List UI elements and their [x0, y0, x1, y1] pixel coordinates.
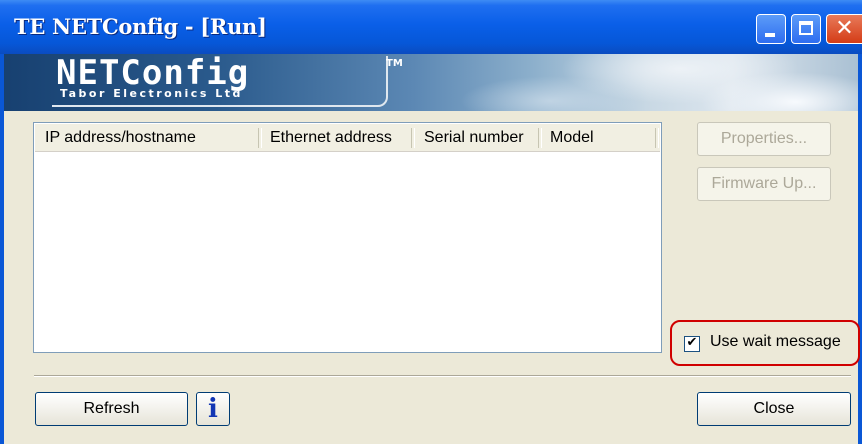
trademark-mark: TM	[386, 58, 403, 69]
device-list[interactable]: IP address/hostname Ethernet address Ser…	[33, 122, 662, 353]
device-list-body[interactable]	[35, 152, 660, 351]
column-header-serial[interactable]: Serial number	[414, 124, 540, 151]
maximize-button[interactable]	[791, 14, 821, 44]
use-wait-message-checkbox[interactable]: ✔	[684, 335, 700, 352]
firmware-button-label: Firmware Up...	[711, 175, 817, 192]
checkmark-icon: ✔	[686, 335, 698, 350]
netconfig-banner: NETConfig TM Tabor Electronics Ltd	[0, 54, 862, 111]
column-header-ethernet[interactable]: Ethernet address	[260, 124, 413, 151]
window-frame-right	[858, 54, 862, 444]
info-button[interactable]: i	[196, 392, 230, 426]
use-wait-message-label[interactable]: Use wait message	[710, 333, 841, 351]
column-header-ip[interactable]: IP address/hostname	[35, 124, 260, 151]
divider	[34, 375, 851, 377]
minimize-button[interactable]	[756, 14, 786, 44]
title-bar[interactable]: TE NETConfig - [Run] ✕	[0, 0, 862, 54]
close-button[interactable]: Close	[697, 392, 851, 426]
refresh-button[interactable]: Refresh	[35, 392, 188, 426]
netconfig-window: TE NETConfig - [Run] ✕ NETConfig TM Tabo…	[0, 0, 862, 444]
close-window-button[interactable]: ✕	[826, 14, 862, 44]
refresh-button-label: Refresh	[83, 400, 140, 417]
firmware-update-button[interactable]: Firmware Up...	[697, 167, 831, 201]
minimize-icon	[765, 33, 775, 37]
column-header-model[interactable]: Model	[540, 124, 655, 151]
close-icon: ✕	[835, 16, 854, 41]
logo-subtitle: Tabor Electronics Ltd	[60, 87, 243, 100]
properties-button[interactable]: Properties...	[697, 122, 831, 156]
column-divider[interactable]	[655, 128, 659, 148]
close-button-label: Close	[753, 400, 795, 417]
window-title: TE NETConfig - [Run]	[14, 14, 267, 39]
device-list-header: IP address/hostname Ethernet address Ser…	[35, 124, 660, 152]
info-icon: i	[208, 394, 218, 424]
window-frame-left	[0, 54, 4, 444]
properties-button-label: Properties...	[720, 130, 808, 147]
maximize-icon	[799, 21, 813, 35]
